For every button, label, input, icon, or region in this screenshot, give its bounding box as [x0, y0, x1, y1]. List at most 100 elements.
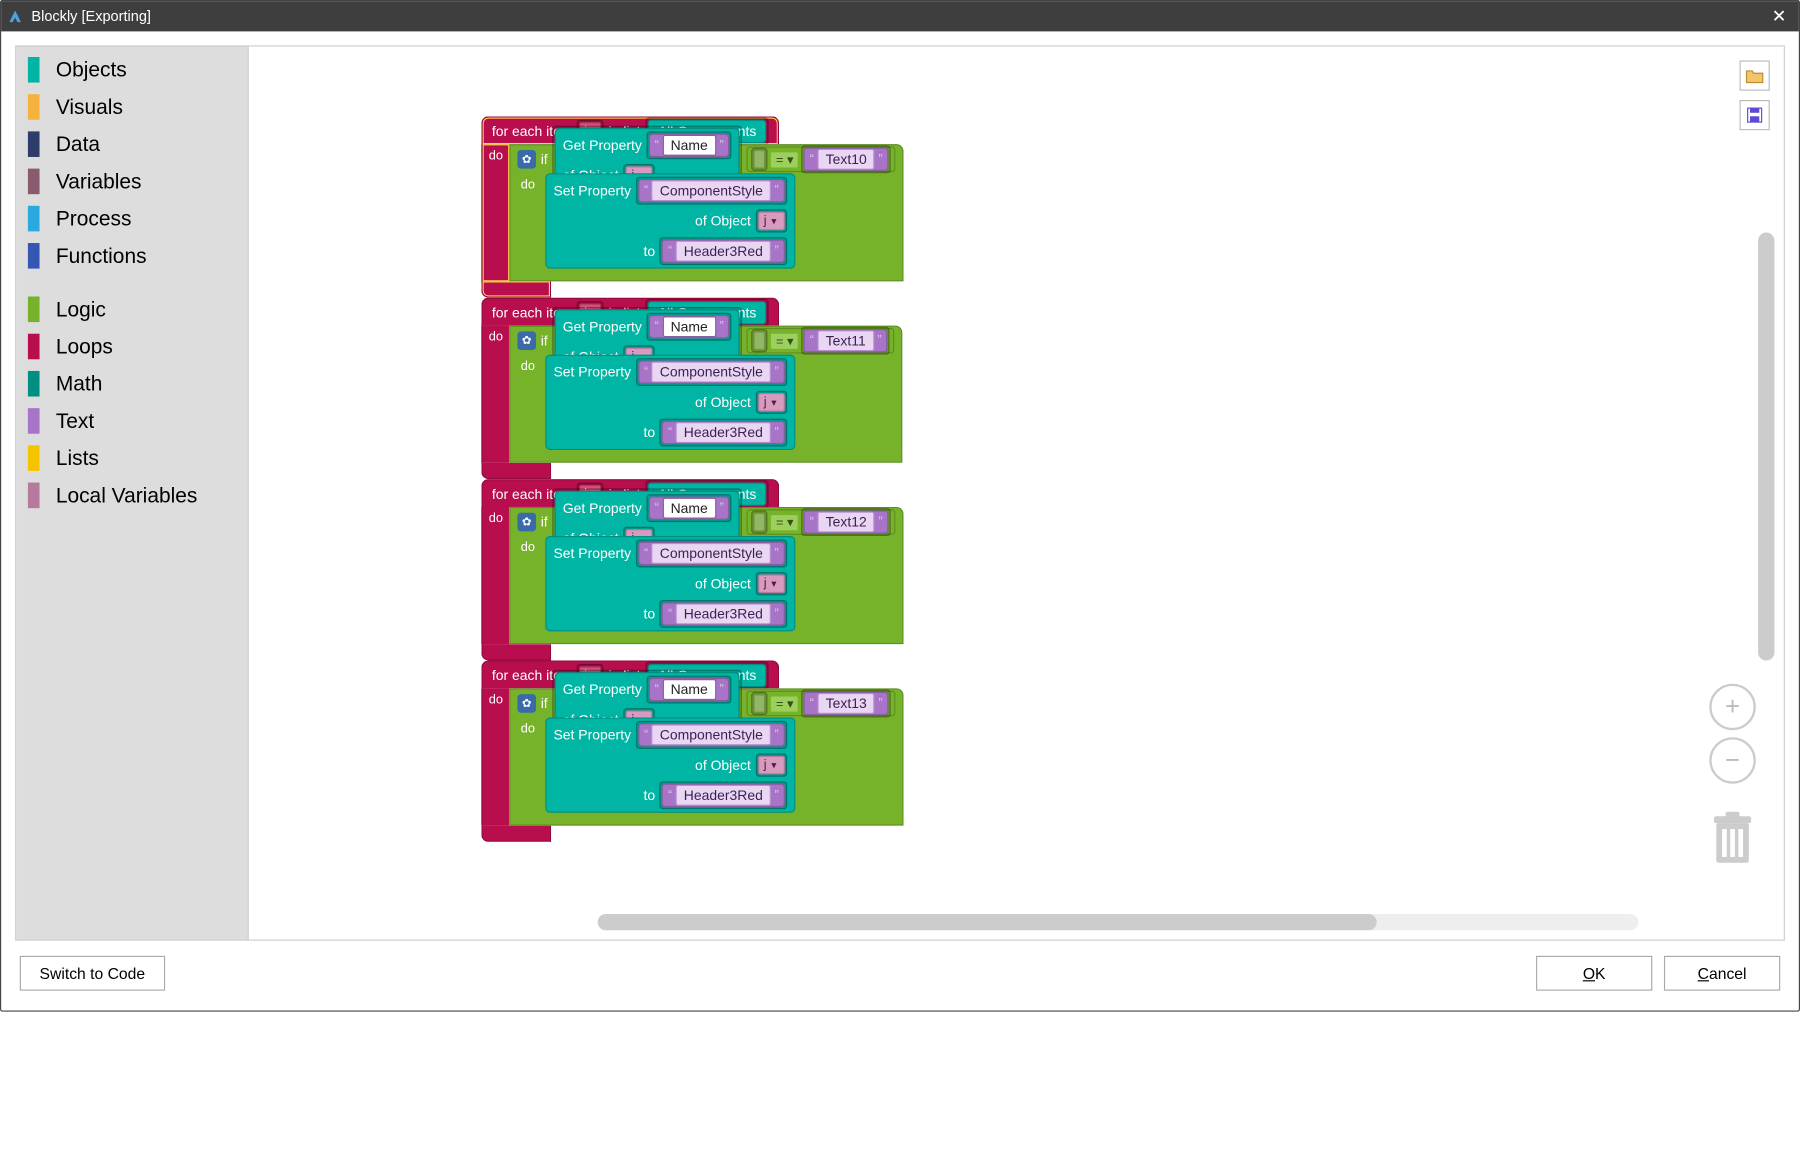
- toolbox-swatch: [28, 371, 40, 397]
- text-value[interactable]: Text11: [818, 330, 874, 351]
- toolbox-item-data[interactable]: Data: [16, 126, 247, 163]
- if-block[interactable]: ✿ if Get Property“Name” of Objectj = ▾ “…: [509, 688, 903, 825]
- operator-dropdown[interactable]: = ▾: [770, 695, 799, 712]
- cancel-button[interactable]: Cancel: [1664, 956, 1780, 991]
- operator-dropdown[interactable]: = ▾: [770, 151, 799, 168]
- text-value[interactable]: Text12: [818, 512, 875, 533]
- if-block[interactable]: ✿ if Get Property“Name” of Objectj = ▾ “…: [509, 507, 903, 644]
- close-icon[interactable]: ✕: [1764, 6, 1794, 27]
- toolbox-label: Objects: [56, 58, 127, 82]
- toolbox-item-local-variables[interactable]: Local Variables: [16, 477, 247, 514]
- text-literal[interactable]: “Header3Red”: [662, 421, 785, 444]
- text-value[interactable]: ComponentStyle: [652, 180, 771, 201]
- text-literal[interactable]: “Name”: [649, 134, 730, 157]
- set-property-block[interactable]: Set Property“ComponentStyle” of Objectj …: [545, 717, 795, 812]
- text-value[interactable]: Header3Red: [676, 785, 771, 806]
- workspace[interactable]: for each item j ▾ in list All Components…: [249, 47, 1784, 940]
- text-value[interactable]: Name: [662, 135, 716, 156]
- toolbox-item-process[interactable]: Process: [16, 200, 247, 237]
- for-each-block[interactable]: for each item j ▾ in list All Components…: [481, 298, 903, 479]
- ok-button[interactable]: OK: [1536, 956, 1652, 991]
- if-block[interactable]: ✿ if Get Property“Name” of Objectj = ▾ “…: [509, 326, 902, 463]
- toolbox-swatch: [28, 334, 40, 360]
- toolbox-item-lists[interactable]: Lists: [16, 440, 247, 477]
- variable-dropdown[interactable]: j: [758, 393, 785, 412]
- equals-block[interactable]: = ▾ “Text11”: [747, 328, 894, 354]
- text-literal[interactable]: “Text13”: [804, 692, 889, 715]
- text-literal[interactable]: “ComponentStyle”: [638, 723, 785, 746]
- text-value[interactable]: Header3Red: [676, 603, 771, 624]
- text-literal[interactable]: “Text10”: [804, 148, 889, 171]
- text-value[interactable]: Text13: [818, 693, 875, 714]
- set-property-block[interactable]: Set Property“ComponentStyle” of Objectj …: [545, 173, 795, 268]
- for-each-block[interactable]: for each item j ▾ in list All Components…: [481, 660, 903, 841]
- if-block[interactable]: ✿ if Get Property“Name” of Objectj = ▾ “…: [509, 144, 903, 281]
- text-value[interactable]: Text10: [818, 149, 875, 170]
- zoom-out-icon[interactable]: −: [1709, 737, 1756, 784]
- text-literal[interactable]: “Header3Red”: [662, 602, 785, 625]
- text-literal[interactable]: “ComponentStyle”: [638, 542, 785, 565]
- text-value[interactable]: ComponentStyle: [652, 362, 771, 383]
- equals-block[interactable]: = ▾ “Text12”: [747, 509, 896, 535]
- text-value[interactable]: Header3Red: [676, 241, 771, 262]
- titlebar: Blockly [Exporting] ✕: [1, 1, 1799, 31]
- toolbox-label: Data: [56, 132, 100, 156]
- save-icon[interactable]: [1740, 100, 1770, 130]
- zoom-in-icon[interactable]: +: [1709, 684, 1756, 731]
- toolbox-item-visuals[interactable]: Visuals: [16, 88, 247, 125]
- workspace-controls: + −: [1707, 684, 1758, 870]
- text-literal[interactable]: “Name”: [649, 315, 730, 338]
- toolbox-label: Loops: [56, 334, 113, 358]
- for-each-block[interactable]: for each item j ▾ in list All Components…: [481, 116, 903, 297]
- variable-dropdown[interactable]: j: [758, 756, 785, 775]
- text-literal[interactable]: “Text11”: [804, 329, 888, 352]
- trash-icon[interactable]: [1707, 809, 1758, 869]
- toolbox-item-functions[interactable]: Functions: [16, 237, 247, 274]
- variable-dropdown[interactable]: j: [758, 574, 785, 593]
- text-literal[interactable]: “Name”: [649, 497, 730, 520]
- gear-icon[interactable]: ✿: [517, 694, 536, 713]
- toolbox-item-loops[interactable]: Loops: [16, 328, 247, 365]
- editor-frame: Objects Visuals Data Variables ProcessFuncti…: [15, 45, 1785, 940]
- text-value[interactable]: ComponentStyle: [652, 724, 771, 745]
- gear-icon[interactable]: ✿: [517, 331, 536, 350]
- for-each-block[interactable]: for each item j ▾ in list All Components…: [481, 479, 903, 660]
- set-property-block[interactable]: Set Property“ComponentStyle” of Objectj …: [545, 355, 795, 450]
- switch-to-code-button[interactable]: Switch to Code: [20, 956, 165, 991]
- h-scrollbar[interactable]: [598, 914, 1639, 930]
- text-literal[interactable]: “ComponentStyle”: [638, 179, 785, 202]
- text-value[interactable]: Header3Red: [676, 422, 771, 443]
- text-literal[interactable]: “Header3Red”: [662, 240, 785, 263]
- toolbox-item-logic[interactable]: Logic: [16, 291, 247, 328]
- toolbox-item-variables[interactable]: Variables: [16, 163, 247, 200]
- toolbox-label: Logic: [56, 297, 106, 321]
- toolbox-item-text[interactable]: Text: [16, 402, 247, 439]
- toolbox-swatch: [28, 445, 40, 471]
- toolbox-swatch: [28, 206, 40, 232]
- operator-dropdown[interactable]: = ▾: [770, 513, 799, 530]
- text-literal[interactable]: “Name”: [649, 678, 730, 701]
- gear-icon[interactable]: ✿: [517, 150, 536, 169]
- variable-dropdown[interactable]: j: [758, 212, 785, 231]
- toolbox-item-math[interactable]: Math: [16, 365, 247, 402]
- text-literal[interactable]: “Header3Red”: [662, 784, 785, 807]
- text-value[interactable]: Name: [662, 498, 716, 519]
- text-literal[interactable]: “ComponentStyle”: [638, 360, 785, 383]
- toolbox-label: Local Variables: [56, 483, 198, 507]
- text-value[interactable]: Name: [662, 679, 716, 700]
- operator-dropdown[interactable]: = ▾: [770, 332, 799, 349]
- text-literal[interactable]: “Text12”: [804, 510, 889, 533]
- gear-icon[interactable]: ✿: [517, 513, 536, 532]
- app-icon: [6, 7, 25, 26]
- equals-block[interactable]: = ▾ “Text10”: [747, 147, 896, 173]
- set-property-block[interactable]: Set Property“ComponentStyle” of Objectj …: [545, 536, 795, 631]
- open-icon[interactable]: [1740, 60, 1770, 90]
- v-scrollbar[interactable]: [1758, 233, 1774, 661]
- toolbox-label: Variables: [56, 169, 142, 193]
- toolbox-swatch: [28, 57, 40, 83]
- text-value[interactable]: ComponentStyle: [652, 543, 771, 564]
- text-value[interactable]: Name: [662, 316, 716, 337]
- equals-block[interactable]: = ▾ “Text13”: [747, 691, 896, 717]
- toolbox-swatch: [28, 243, 40, 269]
- toolbox-item-objects[interactable]: Objects: [16, 51, 247, 88]
